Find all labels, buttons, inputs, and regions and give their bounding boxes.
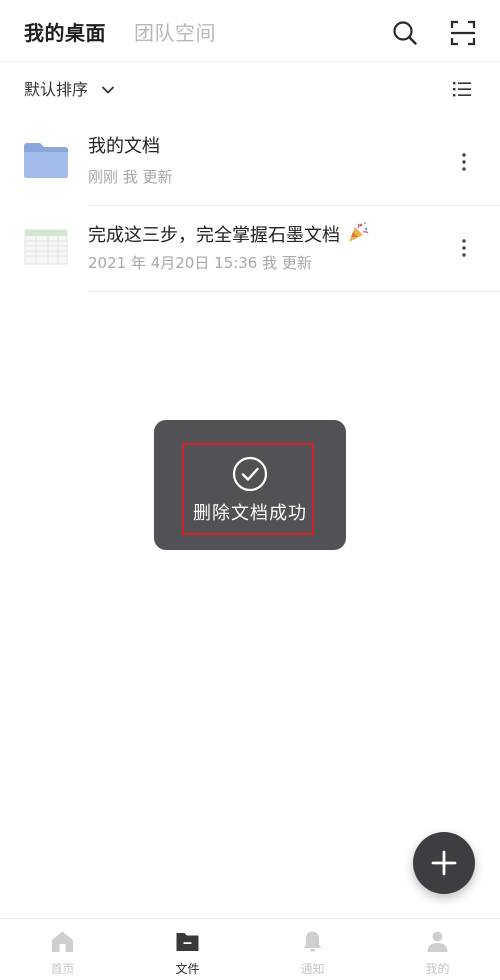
home-icon [52,931,73,952]
nav-item-notifications[interactable]: 通知 [250,919,375,980]
party-popper-icon [349,222,369,242]
bottom-navigation: 首页 文件 通知 我的 [0,918,500,979]
sort-bar: 默认排序 [0,62,500,118]
person-icon [427,931,448,952]
search-icon[interactable] [390,18,420,48]
nav-label: 通知 [300,962,325,976]
toast-notification: 删除文档成功 [154,420,346,550]
file-title: 完成这三步，完全掌握石墨文档 [88,220,370,249]
sort-dropdown-label[interactable]: 默认排序 [24,79,88,101]
file-meta: 2021 年 4月20日 15:36 我 更新 [88,254,312,272]
spreadsheet-thumbnail [24,229,68,265]
chevron-down-icon[interactable] [100,82,116,98]
folder-icon [24,143,68,178]
scan-icon[interactable] [448,18,478,48]
file-list-item[interactable]: 完成这三步，完全掌握石墨文档 2021 年 4月20日 15:36 我 更新 [0,204,500,292]
file-title-text: 完成这三步，完全掌握石墨文档 [88,225,340,246]
tab-my-desktop[interactable]: 我的桌面 [24,20,106,46]
more-vertical-icon[interactable] [452,150,476,174]
file-meta: 刚刚 我 更新 [88,168,173,186]
more-vertical-icon[interactable] [452,236,476,260]
list-view-icon[interactable] [450,77,474,101]
toast-message: 删除文档成功 [193,503,307,524]
nav-item-files[interactable]: 文件 [125,919,250,980]
bell-icon [303,931,322,952]
file-title: 我的文档 [88,136,160,157]
tab-team-space[interactable]: 团队空间 [134,20,216,46]
check-circle-icon [232,456,268,492]
nav-label: 文件 [175,962,200,976]
top-header: 我的桌面 团队空间 [0,0,500,62]
create-new-button[interactable] [413,832,475,894]
nav-label: 首页 [50,962,75,976]
folder-minus-icon [176,933,199,951]
file-list-item[interactable]: 我的文档 刚刚 我 更新 [0,118,500,206]
nav-item-me[interactable]: 我的 [375,919,500,980]
row-divider [88,291,500,292]
plus-icon [431,850,457,876]
nav-label: 我的 [425,962,450,976]
nav-item-home[interactable]: 首页 [0,919,125,980]
